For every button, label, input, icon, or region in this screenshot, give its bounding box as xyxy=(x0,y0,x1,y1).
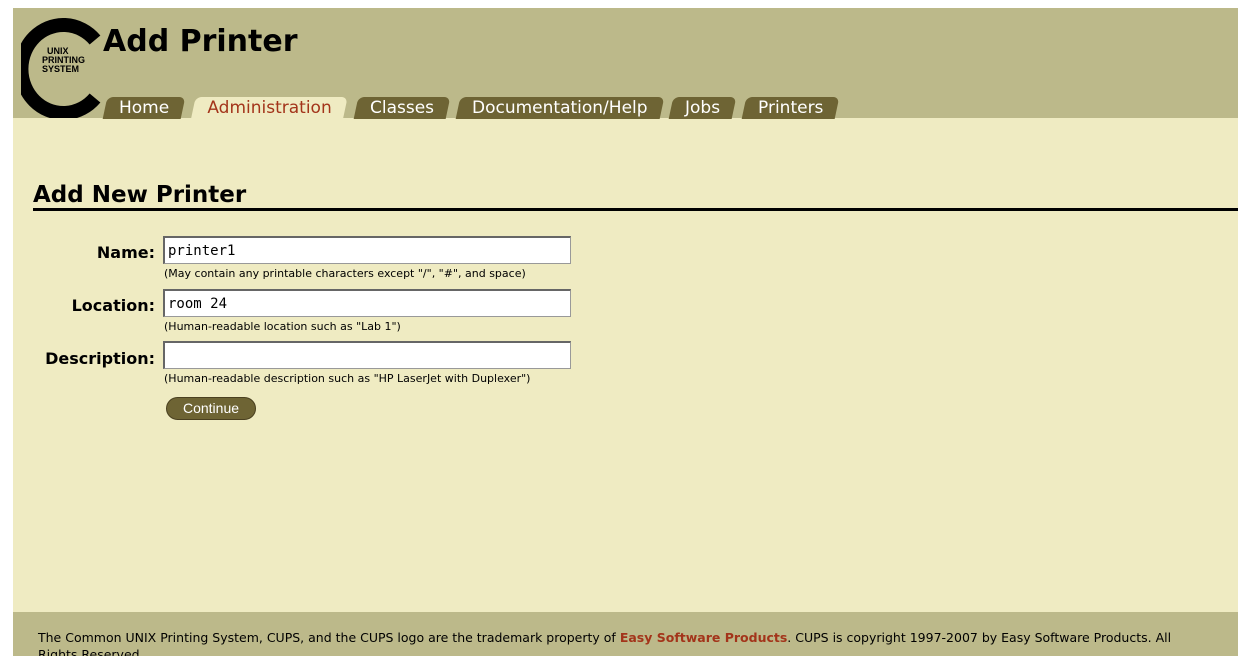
tab-administration-label: Administration xyxy=(207,98,332,118)
tab-jobs[interactable]: Jobs xyxy=(668,97,737,119)
tab-jobs-label: Jobs xyxy=(685,98,721,118)
tab-documentation-help-label: Documentation/Help xyxy=(471,98,648,118)
tab-classes-label: Classes xyxy=(369,98,434,118)
footer-text-before: The Common UNIX Printing System, CUPS, a… xyxy=(38,630,620,645)
section-divider xyxy=(33,208,1238,211)
tab-classes[interactable]: Classes xyxy=(353,97,450,119)
location-label: Location: xyxy=(71,296,155,315)
tab-administration[interactable]: Administration xyxy=(190,97,349,122)
footer: The Common UNIX Printing System, CUPS, a… xyxy=(13,612,1238,656)
page-title: Add Printer xyxy=(103,24,298,59)
name-input[interactable] xyxy=(163,236,571,264)
description-hint: (Human-readable description such as "HP … xyxy=(164,372,531,385)
svg-text:SYSTEM: SYSTEM xyxy=(42,64,79,74)
page: UNIX PRINTING SYSTEM Add Printer Home Ad… xyxy=(13,8,1238,656)
description-label: Description: xyxy=(45,349,155,368)
tab-documentation-help[interactable]: Documentation/Help xyxy=(455,97,664,119)
name-label: Name: xyxy=(96,243,155,262)
section-title: Add New Printer xyxy=(33,182,247,208)
tab-home-label: Home xyxy=(119,98,170,118)
footer-text: The Common UNIX Printing System, CUPS, a… xyxy=(38,629,1208,656)
header-bar: UNIX PRINTING SYSTEM Add Printer Home Ad… xyxy=(13,8,1238,122)
continue-button[interactable]: Continue xyxy=(166,397,256,420)
tab-home[interactable]: Home xyxy=(102,97,186,119)
cups-logo: UNIX PRINTING SYSTEM xyxy=(21,18,101,118)
description-input[interactable] xyxy=(163,341,571,369)
tab-printers[interactable]: Printers xyxy=(741,97,841,119)
name-hint: (May contain any printable characters ex… xyxy=(164,267,526,280)
location-input[interactable] xyxy=(163,289,571,317)
easy-software-products-link[interactable]: Easy Software Products xyxy=(620,630,787,645)
nav-tabs: Home Administration Classes Documentatio… xyxy=(102,97,841,122)
tab-printers-label: Printers xyxy=(758,98,824,118)
location-hint: (Human-readable location such as "Lab 1"… xyxy=(164,320,401,333)
